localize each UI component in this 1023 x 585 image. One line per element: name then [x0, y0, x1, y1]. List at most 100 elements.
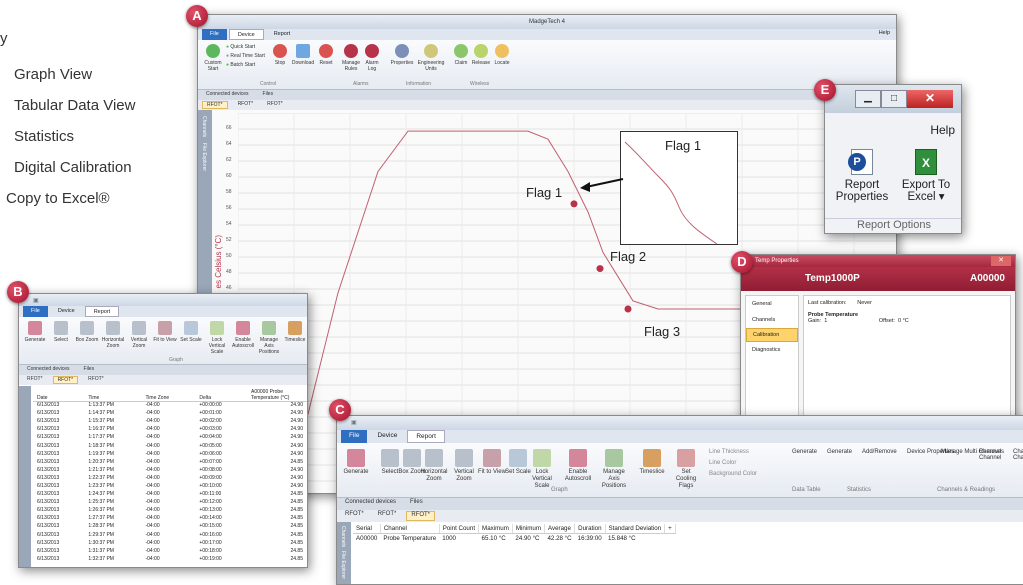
table-row[interactable]: 6/13/2013 1:16:37 PM -04:00 +00:03:00 24.90 [33, 425, 307, 433]
column-header[interactable]: Serial [353, 524, 381, 534]
column-header[interactable]: Delta [195, 388, 247, 402]
stats-ribbon-button[interactable]: Manage Axis Positions [599, 449, 629, 490]
table-row[interactable]: 6/13/2013 1:13:37 PM -04:00 +00:00:00 24.90 [33, 401, 307, 409]
column-header[interactable]: Time [84, 388, 142, 402]
stats-extra-option[interactable]: Background Color [709, 471, 757, 477]
flag-marker[interactable] [570, 200, 578, 208]
tabular-tab-device[interactable]: Device [50, 306, 83, 317]
stats-channels-side-tab[interactable]: Channels [340, 526, 346, 547]
tabular-doc-tab-3[interactable]: RFOT* [84, 376, 108, 384]
stats-right-button[interactable]: Generate [792, 449, 817, 455]
nav-channels[interactable]: Channels [746, 312, 798, 328]
manage-rules-button[interactable]: Manage Rules [340, 44, 362, 72]
column-header[interactable]: Time Zone [141, 388, 196, 402]
tabular-tab-file[interactable]: File [23, 306, 48, 317]
release-button[interactable]: Release [471, 44, 491, 66]
locate-button[interactable]: Locate [493, 44, 511, 66]
tabular-ribbon-button[interactable]: Enable Autoscroll [231, 321, 255, 349]
real-time-start-button[interactable]: ● Real Time Start [226, 53, 265, 59]
stats-extra-option[interactable]: Line Thickness [709, 449, 749, 455]
connected-devices-tab[interactable]: Connected devices [202, 91, 253, 99]
nav-calibration[interactable]: Calibration [746, 328, 798, 342]
stats-tab-file[interactable]: File [341, 430, 368, 443]
table-row[interactable]: 6/13/2013 1:31:37 PM -04:00 +00:18:00 24.85 [33, 547, 307, 555]
reset-button[interactable]: Reset [318, 44, 334, 66]
stats-ribbon-button[interactable]: Set Cooling Flags [671, 449, 701, 490]
tabular-files-tab[interactable]: Files [80, 366, 99, 374]
table-row[interactable]: 6/13/2013 1:18:37 PM -04:00 +00:05:00 24.90 [33, 441, 307, 449]
column-header[interactable]: A00000 Probe Temperature (°C) [247, 388, 307, 402]
tab-report[interactable]: Report [266, 29, 299, 40]
table-row[interactable]: 6/13/2013 1:17:37 PM -04:00 +00:04:00 24.90 [33, 433, 307, 441]
column-header[interactable]: Date [33, 388, 85, 402]
nav-diagnostics[interactable]: Diagnostics [746, 342, 798, 358]
minimize-icon[interactable]: ▁ [855, 90, 881, 108]
stats-ribbon-button[interactable]: Vertical Zoom [449, 449, 479, 483]
table-row[interactable]: A00000 Probe Temperature 1000 65.10 °C 24.90… [353, 534, 675, 544]
flag-marker[interactable] [624, 305, 632, 313]
stats-tab-device[interactable]: Device [369, 430, 405, 443]
close-icon[interactable]: ✕ [907, 90, 953, 108]
stats-doc-tab-2[interactable]: RFOT* [374, 511, 401, 521]
table-row[interactable]: 6/13/2013 1:19:37 PM -04:00 +00:06:00 24.90 [33, 450, 307, 458]
properties-button[interactable]: Properties [389, 44, 415, 66]
tabular-ribbon-button[interactable]: Generate [23, 321, 47, 343]
column-header[interactable]: Maximum [478, 524, 513, 534]
custom-start-button[interactable]: Custom Start [202, 44, 224, 72]
table-row[interactable]: 6/13/2013 1:28:37 PM -04:00 +00:15:00 24.85 [33, 522, 307, 530]
stop-button[interactable]: Stop [272, 44, 288, 66]
stats-connected-devices-tab[interactable]: Connected devices [341, 499, 400, 509]
tabular-ribbon-button[interactable]: Set Scale [179, 321, 203, 343]
table-row[interactable]: 6/13/2013 1:32:37 PM -04:00 +00:19:00 24.85 [33, 555, 307, 563]
stats-doc-tab-3[interactable]: RFOT* [406, 511, 436, 521]
column-header[interactable]: Minimum [512, 524, 545, 534]
files-tab[interactable]: Files [259, 91, 278, 99]
column-header[interactable]: Standard Deviation [605, 524, 666, 534]
table-row[interactable]: 6/13/2013 1:27:37 PM -04:00 +00:14:00 24.85 [33, 514, 307, 522]
tabular-tab-report[interactable]: Report [84, 306, 120, 317]
table-row[interactable]: 6/13/2013 1:14:37 PM -04:00 +00:01:00 24.90 [33, 409, 307, 417]
engineering-units-button[interactable]: Engineering Units [417, 44, 445, 72]
tabular-ribbon-button[interactable]: Timeslice [283, 321, 307, 343]
column-header[interactable]: Channel [380, 524, 440, 534]
tabular-ribbon-button[interactable]: Lock Vertical Scale [205, 321, 229, 355]
main-help[interactable]: Help [879, 30, 890, 36]
column-header[interactable]: Average [544, 524, 576, 534]
file-explorer-side-tab[interactable]: File Explorer [201, 143, 207, 171]
stats-right-button[interactable]: Generate [827, 449, 852, 455]
stats-doc-tab-1[interactable]: RFOT* [341, 511, 368, 521]
batch-start-button[interactable]: ● Batch Start [226, 62, 255, 68]
dialog-close-icon[interactable]: ✕ [991, 256, 1011, 266]
doc-tab-rfot-1[interactable]: RFOT* [202, 101, 228, 109]
offset-value[interactable]: 0 °C [898, 318, 909, 324]
table-row[interactable]: 6/13/2013 1:30:37 PM -04:00 +00:17:00 24.85 [33, 539, 307, 547]
channels-side-tab[interactable]: Channels [201, 116, 207, 137]
stats-file-explorer-side-tab[interactable]: File Explorer [340, 551, 346, 579]
stats-tab-report[interactable]: Report [407, 430, 445, 443]
table-row[interactable]: 6/13/2013 1:29:37 PM -04:00 +00:16:00 24.85 [33, 531, 307, 539]
column-header[interactable]: Point Count [439, 524, 480, 534]
stats-right-button[interactable]: Channel Cha [1013, 449, 1023, 461]
tabular-ribbon-button[interactable]: Horizontal Zoom [101, 321, 125, 349]
doc-tab-rfot-3[interactable]: RFOT* [263, 101, 287, 109]
column-header[interactable]: Duration [574, 524, 606, 534]
download-button[interactable]: Download [291, 44, 315, 66]
table-row[interactable]: 6/13/2013 1:24:37 PM -04:00 +00:11:00 24.85 [33, 490, 307, 498]
tabular-doc-tab-1[interactable]: RFOT* [23, 376, 47, 384]
stats-ribbon-button[interactable]: Lock Vertical Scale [527, 449, 557, 490]
tab-file[interactable]: File [202, 29, 227, 40]
stats-ribbon-button[interactable]: Generate [341, 449, 371, 476]
claim-button[interactable]: Claim [453, 44, 469, 66]
table-row[interactable]: 6/13/2013 1:25:37 PM -04:00 +00:12:00 24.85 [33, 498, 307, 506]
nav-general[interactable]: General [746, 296, 798, 312]
doc-tab-rfot-2[interactable]: RFOT* [234, 101, 258, 109]
alarm-log-button[interactable]: Alarm Log [363, 44, 381, 72]
table-row[interactable]: 6/13/2013 1:20:37 PM -04:00 +00:07:00 24.85 [33, 458, 307, 466]
flag-marker[interactable] [596, 265, 604, 273]
tabular-doc-tab-2[interactable]: RFOT* [52, 376, 79, 384]
export-excel-button[interactable]: X Export To Excel ▾ [895, 149, 957, 203]
quick-start-button[interactable]: ● Quick Start [226, 44, 255, 50]
tabular-ribbon-button[interactable]: Box Zoom [75, 321, 99, 343]
report-options-help[interactable]: Help [825, 113, 961, 137]
stats-right-button[interactable]: Add/Remove [862, 449, 897, 455]
